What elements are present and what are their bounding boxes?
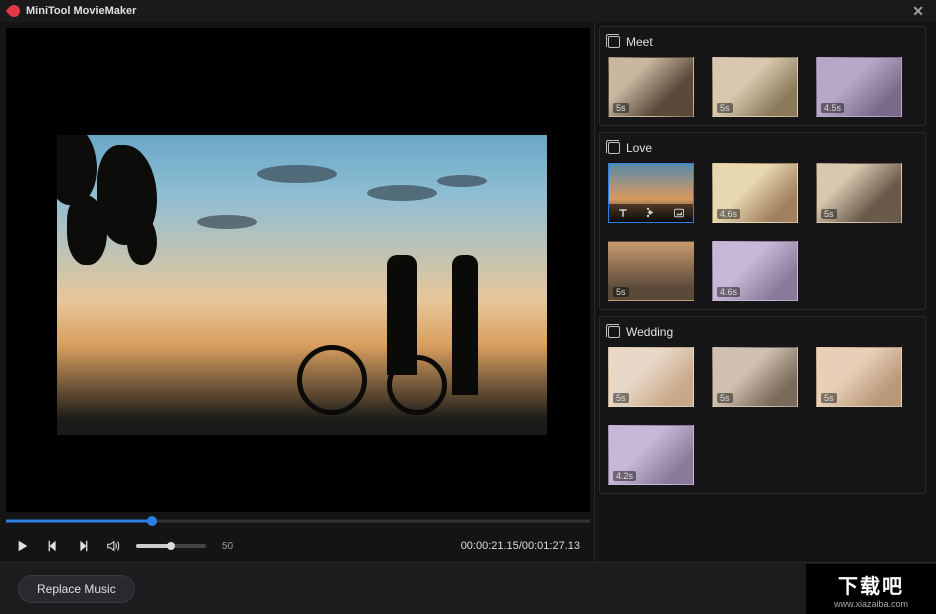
clip-thumb-selected[interactable] <box>608 163 694 223</box>
section-title: Meet <box>626 35 653 49</box>
clip-thumb[interactable]: 5s <box>712 347 798 407</box>
stack-icon <box>608 326 620 338</box>
section-title: Love <box>626 141 652 155</box>
clip-thumb[interactable]: 5s <box>608 241 694 301</box>
section-love: Love 4.6s 5s 5s 4.6s <box>599 132 926 310</box>
volume-icon[interactable] <box>106 539 120 553</box>
player-controls: 50 00:00:21.15/00:01:27.13 <box>6 530 590 562</box>
app-title: MiniTool MovieMaker <box>26 5 136 17</box>
clip-thumb[interactable]: 5s <box>816 163 902 223</box>
clip-thumb[interactable]: 4.6s <box>712 163 798 223</box>
stack-icon <box>608 36 620 48</box>
cut-tool-icon[interactable] <box>645 207 657 219</box>
volume-value: 50 <box>222 541 233 552</box>
preview-viewport[interactable] <box>6 28 590 512</box>
section-wedding: Wedding 5s 5s 5s 4.2s <box>599 316 926 494</box>
time-display: 00:00:21.15/00:01:27.13 <box>461 540 580 552</box>
clip-thumb[interactable]: 4.2s <box>608 425 694 485</box>
total-time: 00:01:27.13 <box>522 540 580 552</box>
clip-thumb[interactable]: 5s <box>712 57 798 117</box>
titlebar: MiniTool MovieMaker ✕ <box>0 0 936 22</box>
thumb-grid-love: 4.6s 5s 5s 4.6s <box>608 163 917 301</box>
stack-icon <box>608 142 620 154</box>
section-header[interactable]: Meet <box>608 27 917 57</box>
section-header[interactable]: Wedding <box>608 317 917 347</box>
watermark-text: 下载吧 <box>838 570 904 599</box>
volume-slider[interactable] <box>136 544 206 548</box>
close-icon[interactable]: ✕ <box>908 3 928 20</box>
clip-thumb[interactable]: 5s <box>608 347 694 407</box>
section-meet: Meet 5s 5s 4.5s <box>599 26 926 126</box>
progress-slider[interactable] <box>6 512 590 530</box>
thumb-actions <box>609 204 693 222</box>
text-tool-icon[interactable] <box>617 207 629 219</box>
replace-music-button[interactable]: Replace Music <box>18 575 135 603</box>
clip-thumb[interactable]: 5s <box>608 57 694 117</box>
watermark-url: www.xiazaiba.com <box>834 599 908 609</box>
play-icon[interactable] <box>16 539 30 553</box>
current-time: 00:00:21.15 <box>461 540 519 552</box>
thumb-grid-wedding: 5s 5s 5s 4.2s <box>608 347 917 485</box>
preview-frame <box>57 135 547 435</box>
section-header[interactable]: Love <box>608 133 917 163</box>
clip-thumb[interactable]: 4.5s <box>816 57 902 117</box>
section-title: Wedding <box>626 325 673 339</box>
next-frame-icon[interactable] <box>76 539 90 553</box>
app-logo-icon <box>6 3 23 20</box>
prev-frame-icon[interactable] <box>46 539 60 553</box>
image-tool-icon[interactable] <box>673 207 685 219</box>
clip-thumb[interactable]: 5s <box>816 347 902 407</box>
clip-thumb[interactable]: 4.6s <box>712 241 798 301</box>
preview-column: 50 00:00:21.15/00:01:27.13 <box>0 22 594 562</box>
main-area: 50 00:00:21.15/00:01:27.13 Meet 5s 5s 4.… <box>0 22 936 562</box>
bottom-bar: Replace Music Back <box>0 562 936 614</box>
thumb-grid-meet: 5s 5s 4.5s <box>608 57 917 117</box>
watermark: 下载吧 www.xiazaiba.com <box>806 564 936 614</box>
clip-library[interactable]: Meet 5s 5s 4.5s Love <box>594 22 930 562</box>
